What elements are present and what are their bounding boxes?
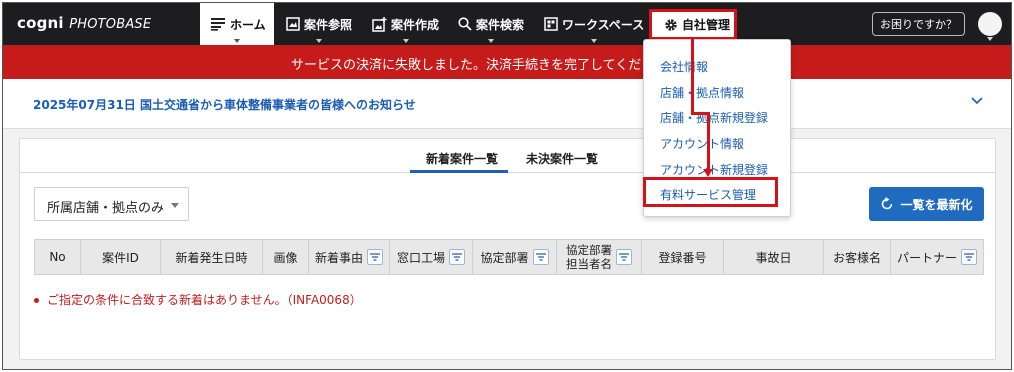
top-navbar: cogni PHOTOBASE ホーム 案件参照 案件作成 案件検索 ワークスペ… <box>3 3 1011 45</box>
case-list-card: 新着案件一覧 未決案件一覧 所属店舗・拠点のみ 一覧を最新化 No 案件ID 新… <box>19 138 996 360</box>
chevron-down-icon <box>234 39 240 43</box>
tab-new-cases[interactable]: 新着案件一覧 <box>426 150 498 167</box>
annotation-arrow-head <box>703 169 713 177</box>
col-dept-person: 協定部署 担当者名 <box>557 240 642 274</box>
image-add-icon <box>372 16 387 32</box>
nav-case-view[interactable]: 案件参照 <box>286 3 352 45</box>
logo-sub: PHOTOBASE <box>69 17 152 32</box>
nav-workspace[interactable]: ワークスペース <box>544 3 644 45</box>
col-case-id: 案件ID <box>81 240 161 274</box>
col-dept-person-line2: 担当者名 <box>566 257 612 271</box>
gear-icon <box>665 18 677 31</box>
filter-icon[interactable] <box>449 249 465 265</box>
image-icon <box>286 17 300 31</box>
list-icon <box>211 18 225 31</box>
menu-item-account-register[interactable]: アカウント新規登録 <box>660 161 768 178</box>
chevron-down-icon <box>591 39 598 43</box>
workspace-icon <box>544 17 558 31</box>
annotation-arrow-line <box>707 112 710 170</box>
active-tab-indicator <box>410 170 508 173</box>
search-icon <box>458 17 472 31</box>
filter-icon[interactable] <box>616 249 632 265</box>
col-dept: 協定部署 <box>473 240 557 274</box>
bullet-icon <box>34 298 39 303</box>
refresh-icon <box>882 197 893 210</box>
nav-case-create[interactable]: 案件作成 <box>372 3 439 45</box>
chevron-down-icon <box>316 39 322 43</box>
table-header: No 案件ID 新着発生日時 画像 新着事由 窓口工場 協定部署 協定部署 担当者… <box>34 239 984 275</box>
logo-main: cogni <box>17 14 64 32</box>
nav-company-label: 自社管理 <box>682 18 731 32</box>
filter-icon[interactable] <box>532 249 549 265</box>
menu-item-store-register[interactable]: 店舗・拠点新規登録 <box>660 109 768 126</box>
nav-company-admin[interactable]: 自社管理 <box>649 9 737 40</box>
filter-icon[interactable] <box>367 249 383 265</box>
col-date: 新着発生日時 <box>161 240 263 274</box>
nav-create-label: 案件作成 <box>391 17 440 32</box>
menu-item-company-info[interactable]: 会社情報 <box>660 58 708 75</box>
col-factory: 窓口工場 <box>390 240 473 274</box>
tab-pending-cases[interactable]: 未決案件一覧 <box>526 150 598 167</box>
app-logo[interactable]: cogni PHOTOBASE <box>17 14 151 32</box>
annotation-highlight-box <box>643 177 778 207</box>
col-dept-person-label: 協定部署 担当者名 <box>566 243 612 271</box>
col-accident-date: 事故日 <box>724 240 824 274</box>
payment-error-banner: サービスの決済に失敗しました。決済手続きを完了してください。 <box>3 45 1011 79</box>
notice-bar[interactable]: 2025年07月31日 国土交通省から車体整備事業者の皆様へのお知らせ <box>3 79 1011 129</box>
col-dept-person-line1: 協定部署 <box>566 243 612 257</box>
menu-item-store-info[interactable]: 店舗・拠点情報 <box>660 84 744 101</box>
nav-case-search[interactable]: 案件検索 <box>458 3 524 45</box>
chevron-down-icon <box>402 39 409 43</box>
avatar[interactable] <box>978 12 1002 36</box>
notice-link[interactable]: 2025年07月31日 国土交通省から車体整備事業者の皆様へのお知らせ <box>33 96 416 113</box>
refresh-label: 一覧を最新化 <box>900 197 973 212</box>
annotation-arrow-line <box>691 39 694 115</box>
empty-result-text: ご指定の条件に合致する新着はありません。（INFA0068） <box>47 293 362 307</box>
nav-home[interactable]: ホーム <box>200 3 274 45</box>
nav-view-label: 案件参照 <box>304 17 353 32</box>
refresh-list-button[interactable]: 一覧を最新化 <box>869 187 984 221</box>
col-partner-label: パートナー <box>896 250 957 265</box>
col-partner: パートナー <box>891 240 983 274</box>
chevron-down-icon <box>171 203 179 208</box>
filter-icon[interactable] <box>961 249 977 265</box>
col-reg-no: 登録番号 <box>642 240 724 274</box>
col-factory-label: 窓口工場 <box>396 250 445 265</box>
col-image: 画像 <box>263 240 309 274</box>
store-filter-value: 所属店舗・拠点のみ <box>47 201 165 216</box>
help-button[interactable]: お困りですか？ <box>872 12 965 36</box>
app-window: cogni PHOTOBASE ホーム 案件参照 案件作成 案件検索 ワークスペ… <box>2 2 1012 370</box>
col-dept-label: 協定部署 <box>480 250 529 265</box>
store-filter-select[interactable]: 所属店舗・拠点のみ <box>34 187 189 221</box>
col-no: No <box>35 240 81 274</box>
chevron-down-icon <box>488 39 494 43</box>
chevron-down-icon <box>987 37 993 41</box>
case-tabs: 新着案件一覧 未決案件一覧 <box>20 139 995 173</box>
nav-home-label: ホーム <box>230 17 266 32</box>
menu-item-account-info[interactable]: アカウント情報 <box>660 135 744 152</box>
nav-workspace-label: ワークスペース <box>562 17 645 32</box>
chevron-down-icon[interactable] <box>970 96 984 106</box>
col-reason: 新着事由 <box>309 240 390 274</box>
empty-result-message: ご指定の条件に合致する新着はありません。（INFA0068） <box>34 291 362 308</box>
col-customer: お客様名 <box>824 240 891 274</box>
col-reason-label: 新着事由 <box>314 250 363 265</box>
banner-text: サービスの決済に失敗しました。決済手続きを完了してください。 <box>291 58 681 73</box>
nav-search-label: 案件検索 <box>476 17 525 32</box>
